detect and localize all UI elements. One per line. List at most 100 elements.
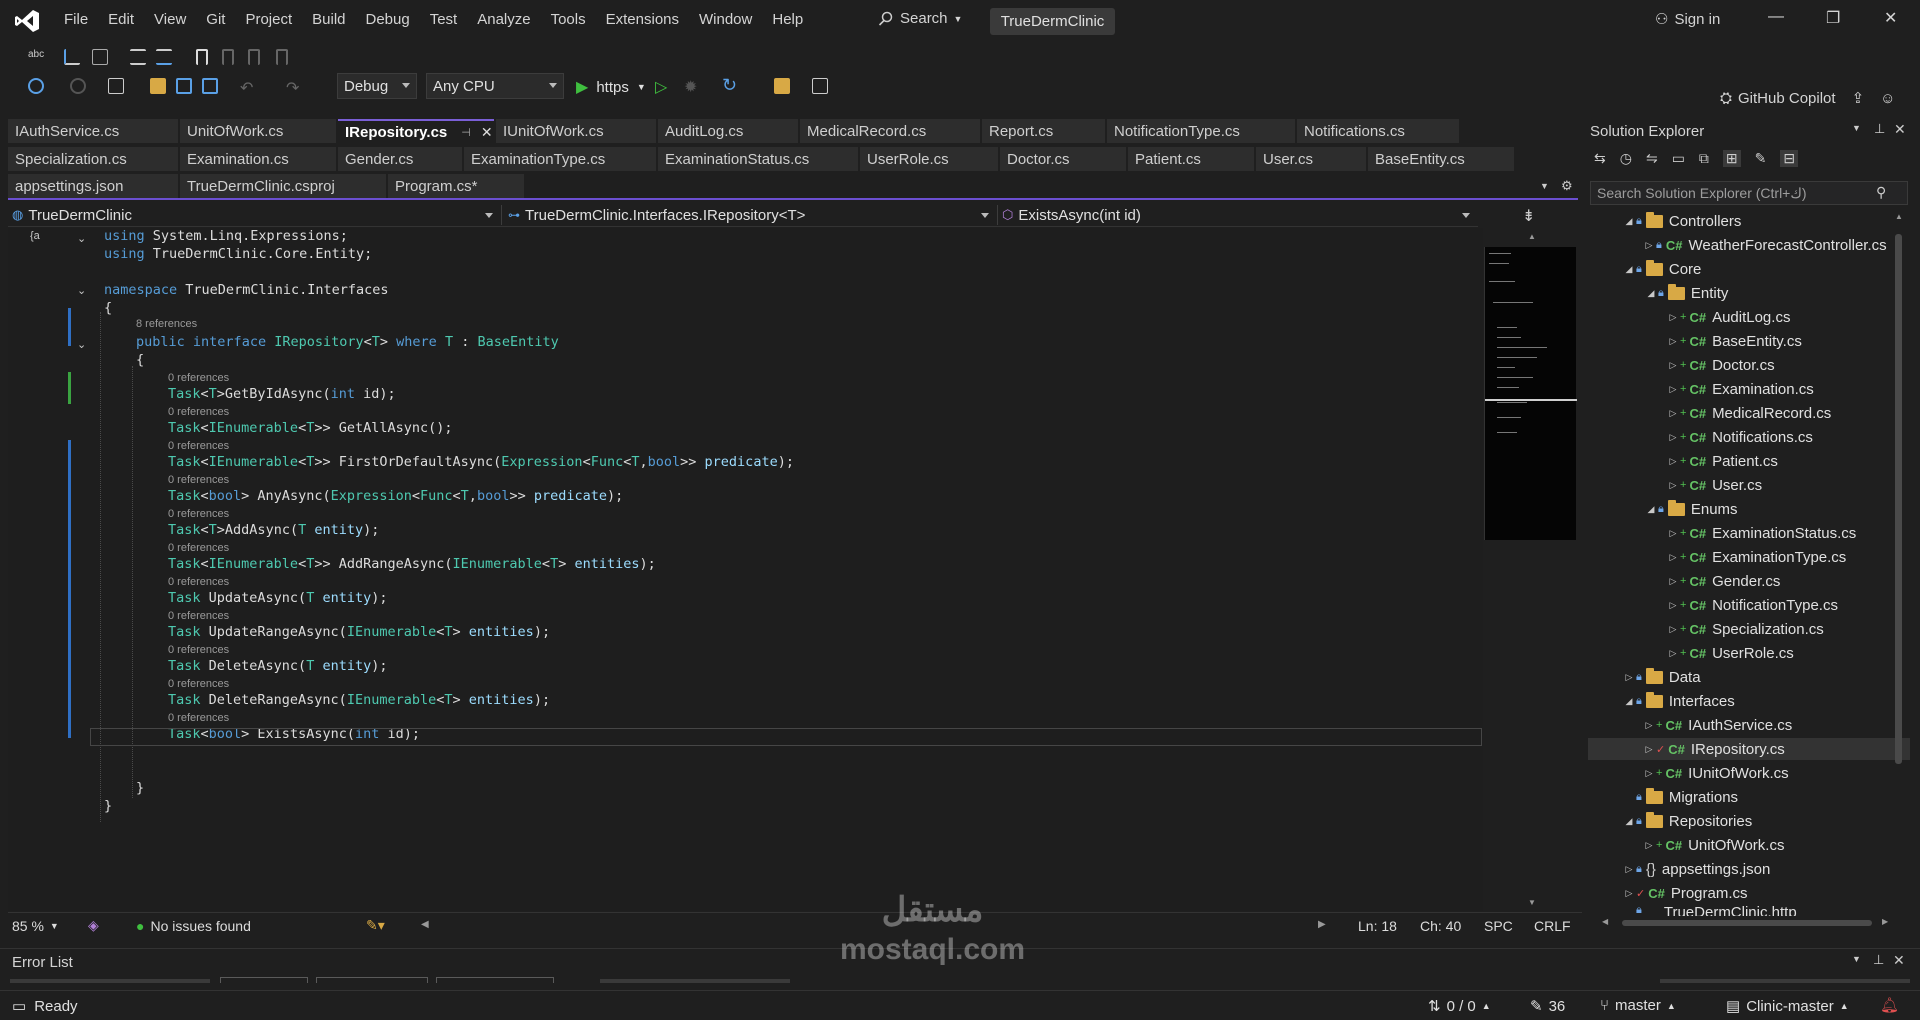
menu-file[interactable]: File bbox=[54, 11, 98, 28]
show-all-files-icon[interactable]: ⧉ bbox=[1699, 150, 1709, 167]
configuration-dropdown[interactable]: Debug bbox=[337, 73, 417, 99]
restore-icon[interactable]: ❐ bbox=[1826, 8, 1840, 28]
scrollbar-thumb[interactable] bbox=[1895, 234, 1902, 764]
platform-dropdown[interactable]: Any CPU bbox=[426, 73, 564, 99]
tree-folder-interfaces[interactable]: ◢ 🔒︎ Interfaces bbox=[1622, 690, 1735, 712]
column-number[interactable]: Ch: 40 bbox=[1420, 918, 1461, 934]
tree-file-examinationtype[interactable]: ▷ + C# ExaminationType.cs bbox=[1666, 546, 1847, 568]
minimap-viewport[interactable] bbox=[1485, 399, 1577, 401]
errors-filter-button[interactable] bbox=[220, 977, 308, 983]
tab-doctor[interactable]: Doctor.cs bbox=[1000, 147, 1126, 172]
tab-iunitofwork[interactable]: IUnitOfWork.cs bbox=[496, 119, 656, 144]
messages-filter-button[interactable] bbox=[436, 977, 554, 983]
collapse-namespace-icon[interactable]: ⌄ bbox=[77, 284, 86, 297]
tree-file-appsettings[interactable]: ▷ 🔒︎{} appsettings.json bbox=[1622, 858, 1771, 880]
tree-file-specialization[interactable]: ▷ + C# Specialization.cs bbox=[1666, 618, 1824, 640]
preview-icon[interactable]: ⊟ bbox=[1780, 150, 1799, 167]
save-icon[interactable] bbox=[176, 78, 192, 94]
tree-file-irepository[interactable]: ▷ ✓ C# IRepository.cs bbox=[1588, 738, 1910, 760]
codelens-references[interactable]: 0 references bbox=[168, 610, 229, 624]
minimap[interactable] bbox=[1484, 247, 1577, 540]
switch-views-icon[interactable]: ⊞ bbox=[1722, 150, 1741, 167]
tree-file-notificationtype[interactable]: ▷ + C# NotificationType.cs bbox=[1666, 594, 1838, 616]
tree-file-patient[interactable]: ▷ + C# Patient.cs bbox=[1666, 450, 1778, 472]
tab-baseentity[interactable]: BaseEntity.cs bbox=[1368, 147, 1514, 172]
indent-icon[interactable] bbox=[130, 49, 146, 65]
sign-in-button[interactable]: ⚇ Sign in bbox=[1655, 10, 1720, 29]
tab-csproj[interactable]: TrueDermClinic.csproj bbox=[180, 174, 386, 199]
codelens-references[interactable]: 0 references bbox=[168, 372, 229, 386]
warnings-filter-button[interactable] bbox=[316, 977, 428, 983]
tree-folder-repositories[interactable]: ◢ 🔒︎ Repositories bbox=[1622, 810, 1752, 832]
member-dropdown[interactable]: ⬡ ExistsAsync(int id) bbox=[1002, 205, 1478, 225]
sync-with-active-document-icon[interactable]: ⇆ bbox=[1594, 150, 1606, 167]
issues-indicator[interactable]: ● No issues found bbox=[136, 918, 251, 934]
clear-bookmarks-icon[interactable] bbox=[276, 49, 288, 65]
codelens-references[interactable]: 0 references bbox=[168, 542, 229, 556]
copilot-status-icon[interactable]: ◈ bbox=[88, 917, 99, 934]
outdent-icon[interactable] bbox=[156, 49, 172, 65]
spacing-indicator[interactable]: SPC bbox=[1484, 918, 1513, 934]
tab-notifications[interactable]: Notifications.cs bbox=[1297, 119, 1459, 144]
codelens-references[interactable]: 0 references bbox=[168, 576, 229, 590]
tree-file-userrole[interactable]: ▷ + C# UserRole.cs bbox=[1666, 642, 1794, 664]
tab-unitofwork[interactable]: UnitOfWork.cs bbox=[180, 119, 336, 144]
close-panel-icon[interactable]: ✕ bbox=[1893, 952, 1905, 969]
scroll-left-icon[interactable]: ◀ bbox=[421, 919, 429, 930]
tree-file-medicalrecord[interactable]: ▷ + C# MedicalRecord.cs bbox=[1666, 402, 1832, 424]
project-dropdown[interactable]: ◍ TrueDermClinic bbox=[12, 205, 502, 225]
search-button[interactable]: Search ▼ bbox=[878, 10, 962, 27]
tab-examinationtype[interactable]: ExaminationType.cs bbox=[464, 147, 656, 172]
navigate-back-icon[interactable] bbox=[28, 78, 44, 94]
codelens-references[interactable]: 8 references bbox=[136, 318, 197, 332]
menu-debug[interactable]: Debug bbox=[356, 11, 420, 28]
line-number[interactable]: Ln: 18 bbox=[1358, 918, 1397, 934]
scroll-up-icon[interactable]: ▲ bbox=[1895, 212, 1903, 221]
navigate-forward-icon[interactable] bbox=[70, 78, 86, 94]
collapse-all-icon[interactable]: ▭ bbox=[1672, 150, 1685, 167]
menu-tools[interactable]: Tools bbox=[541, 11, 596, 28]
sync-commits-indicator[interactable]: ⇅ 0 / 0 ▲ bbox=[1428, 997, 1491, 1016]
format-selection-icon[interactable] bbox=[92, 49, 108, 65]
tree-folder-entity[interactable]: ◢ 🔒︎ Entity bbox=[1644, 282, 1728, 304]
scroll-right-icon[interactable]: ▶ bbox=[1882, 917, 1888, 926]
tab-notificationtype[interactable]: NotificationType.cs bbox=[1107, 119, 1295, 144]
build-filter-dropdown[interactable] bbox=[600, 979, 790, 983]
pin-icon[interactable]: ⊥ bbox=[1874, 121, 1885, 137]
tab-medicalrecord[interactable]: MedicalRecord.cs bbox=[800, 119, 980, 144]
tab-userrole[interactable]: UserRole.cs bbox=[860, 147, 998, 172]
tree-file-notifications[interactable]: ▷ + C# Notifications.cs bbox=[1666, 426, 1813, 448]
menu-view[interactable]: View bbox=[144, 11, 196, 28]
tree-file-program[interactable]: ▷ ✓ C# Program.cs bbox=[1622, 882, 1748, 904]
pending-changes-filter-icon[interactable]: ◷ bbox=[1620, 150, 1632, 167]
undo-icon[interactable]: ↶ bbox=[240, 78, 256, 97]
pin-icon[interactable]: ⊣ bbox=[461, 126, 471, 139]
tab-examinationstatus[interactable]: ExaminationStatus.cs bbox=[658, 147, 858, 172]
line-ending-indicator[interactable]: CRLF bbox=[1534, 918, 1571, 934]
next-bookmark-icon[interactable] bbox=[248, 49, 260, 65]
tree-folder-controllers[interactable]: ◢ 🔒︎ Controllers bbox=[1622, 210, 1741, 232]
tree-folder-enums[interactable]: ◢ 🔒︎ Enums bbox=[1644, 498, 1738, 520]
vertical-scrollbar[interactable]: ▲ ▼ bbox=[1893, 212, 1903, 1003]
new-project-icon[interactable] bbox=[108, 78, 124, 94]
visual-studio-logo-icon[interactable] bbox=[14, 9, 40, 33]
codelens-references[interactable]: 0 references bbox=[168, 644, 229, 658]
sync-icon[interactable]: ⇋ bbox=[1646, 150, 1658, 167]
codelens-references[interactable]: 0 references bbox=[168, 678, 229, 692]
scroll-left-icon[interactable]: ◀ bbox=[1602, 917, 1608, 926]
minimize-icon[interactable]: — bbox=[1768, 8, 1784, 26]
redo-icon[interactable]: ↷ bbox=[286, 78, 302, 97]
tab-auditlog[interactable]: AuditLog.cs bbox=[658, 119, 798, 144]
code-editor[interactable]: {a ⌄ ⌄ ⌄ using System.Linq.Expressions; … bbox=[8, 228, 1536, 911]
menu-analyze[interactable]: Analyze bbox=[467, 11, 540, 28]
code-cleanup-icon[interactable]: ✎▾ bbox=[366, 917, 385, 934]
horizontal-scrollbar[interactable]: ◀ ▶ bbox=[1602, 917, 1892, 928]
tab-gender[interactable]: Gender.cs bbox=[338, 147, 462, 172]
scroll-right-icon[interactable]: ▶ bbox=[1318, 919, 1326, 930]
tab-user[interactable]: User.cs bbox=[1256, 147, 1366, 172]
tree-file-gender[interactable]: ▷ + C# Gender.cs bbox=[1666, 570, 1781, 592]
menu-git[interactable]: Git bbox=[196, 11, 235, 28]
tree-file-examinationstatus[interactable]: ▷ + C# ExaminationStatus.cs bbox=[1666, 522, 1857, 544]
tab-program[interactable]: Program.cs* bbox=[388, 174, 524, 199]
tree-file-doctor[interactable]: ▷ + C# Doctor.cs bbox=[1666, 354, 1775, 376]
